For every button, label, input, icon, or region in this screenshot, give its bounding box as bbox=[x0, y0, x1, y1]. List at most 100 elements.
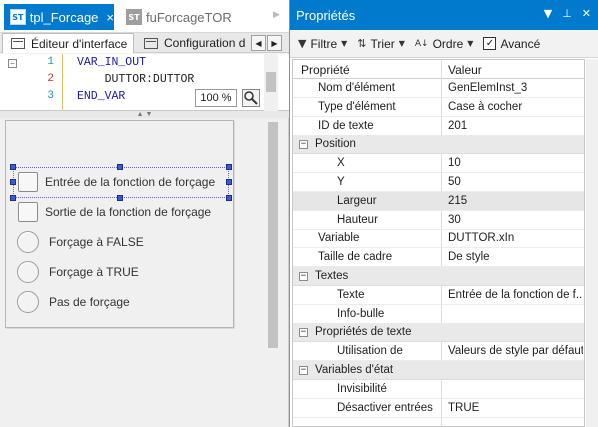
property-category[interactable]: − Propriétés de texte bbox=[293, 323, 584, 343]
chevron-down-icon: ▼ bbox=[398, 39, 405, 48]
tab-configuration[interactable]: Configuration d bbox=[136, 33, 248, 53]
dropdown-icon[interactable]: ▼ bbox=[544, 7, 552, 20]
splitter-handle[interactable]: ▲ ▼ bbox=[0, 111, 289, 118]
property-row[interactable]: Texte Entrée de la fonction de f... bbox=[293, 286, 584, 305]
resize-handle[interactable] bbox=[226, 164, 232, 170]
close-icon[interactable]: ✕ bbox=[582, 7, 591, 20]
radio-pas-de-forcage[interactable]: Pas de forçage bbox=[17, 291, 130, 313]
property-row[interactable]: Invisibilité bbox=[293, 380, 584, 399]
advanced-toggle[interactable]: ✓ Avancé bbox=[483, 37, 540, 51]
collapse-icon[interactable]: − bbox=[299, 366, 308, 375]
checkbox-box[interactable] bbox=[18, 202, 38, 222]
panel-title-bar: Propriétés ▼ ⊥ ✕ bbox=[290, 0, 598, 30]
resize-handle[interactable] bbox=[117, 164, 123, 170]
property-category[interactable]: − Variables d'état bbox=[293, 361, 584, 380]
tab-scroll-right-button[interactable]: ▶ bbox=[267, 35, 282, 51]
radio-forcage-true[interactable]: Forçage à TRUE bbox=[17, 261, 139, 283]
property-row[interactable]: X 10 bbox=[293, 154, 584, 174]
chevron-down-icon: ▼ bbox=[341, 39, 348, 48]
property-category[interactable]: − Textes bbox=[293, 267, 584, 286]
property-value[interactable]: Entrée de la fonction de f... bbox=[448, 289, 583, 301]
property-row[interactable]: Taille de cadre De style bbox=[293, 248, 584, 268]
order-button[interactable]: A↓ Ordre ▼ bbox=[415, 37, 474, 51]
canvas-scrollbar[interactable] bbox=[266, 118, 280, 427]
declaration-editor[interactable]: − 1 2 3 VAR_IN_OUT DUTTOR:DUTTOR END_VAR… bbox=[0, 54, 289, 111]
checkbox-sortie[interactable]: Sortie de la fonction de forçage bbox=[18, 202, 211, 222]
tab-tpl-forcage[interactable]: ST tpl_Forcage × bbox=[4, 4, 114, 30]
radio-button[interactable] bbox=[17, 261, 39, 283]
fold-toggle-icon[interactable]: − bbox=[8, 59, 17, 68]
code-line[interactable]: DUTTOR:DUTTOR bbox=[77, 73, 195, 86]
resize-handle[interactable] bbox=[10, 179, 16, 185]
radio-forcage-false[interactable]: Forçage à FALSE bbox=[17, 231, 144, 253]
collapse-icon[interactable]: − bbox=[299, 272, 308, 281]
sort-label: Trier bbox=[370, 36, 395, 51]
sort-button[interactable]: ⇅ Trier ▼ bbox=[357, 37, 405, 51]
radio-label: Forçage à FALSE bbox=[49, 235, 144, 249]
column-header-value[interactable]: Valeur bbox=[448, 63, 482, 77]
property-value[interactable]: 30 bbox=[448, 214, 583, 226]
checkbox-label: Sortie de la fonction de forçage bbox=[45, 205, 212, 219]
tab-label: fuForcageTOR bbox=[146, 9, 232, 25]
editor-pane: ST tpl_Forcage × ST fuForcageTOR ▶ Édite… bbox=[0, 0, 289, 427]
property-row[interactable]: Utilisation de Valeurs de style par défau… bbox=[293, 342, 584, 362]
chevron-down-icon: ▼ bbox=[467, 39, 474, 48]
grid-scrollbar[interactable] bbox=[586, 59, 598, 427]
property-row[interactable]: Largeur 215 bbox=[293, 191, 584, 211]
property-row[interactable]: Désactiver entrées TRUE bbox=[293, 399, 584, 418]
property-name: Utilisation de bbox=[337, 345, 403, 358]
zoom-icon[interactable] bbox=[242, 89, 260, 107]
property-name: Invisibilité bbox=[337, 382, 387, 395]
column-header-property[interactable]: Propriété bbox=[301, 63, 350, 77]
property-row[interactable]: Y 50 bbox=[293, 173, 584, 192]
zoom-level[interactable]: 100 % bbox=[195, 89, 237, 107]
tab-scroll-right-icon[interactable]: ▶ bbox=[273, 10, 287, 24]
tab-fu-forcage-tor[interactable]: ST fuForcageTOR bbox=[120, 4, 270, 30]
property-value[interactable]: 10 bbox=[448, 157, 583, 169]
property-row[interactable]: Info-bulle bbox=[293, 305, 584, 324]
checkbox-box[interactable] bbox=[18, 172, 38, 192]
code-line[interactable]: VAR_IN_OUT bbox=[77, 56, 146, 69]
property-name: Nom d'élément bbox=[318, 82, 395, 94]
property-value[interactable]: 50 bbox=[448, 176, 583, 188]
property-name: Variable bbox=[318, 232, 360, 245]
filter-button[interactable]: ▼ Filtre ▼ bbox=[298, 37, 347, 51]
radio-button[interactable] bbox=[17, 231, 39, 253]
property-value[interactable]: 201 bbox=[448, 120, 583, 132]
resize-handle[interactable] bbox=[226, 179, 232, 185]
collapse-icon[interactable]: − bbox=[299, 140, 308, 150]
property-name: Info-bulle bbox=[337, 307, 385, 320]
resize-handle[interactable] bbox=[10, 164, 16, 170]
grid-header: Propriété Valeur bbox=[293, 60, 584, 79]
sub-tab-label: Éditeur d'interface bbox=[31, 36, 128, 51]
property-value[interactable]: 215 bbox=[448, 195, 583, 207]
radio-button[interactable] bbox=[17, 291, 39, 313]
property-value[interactable]: DUTTOR.xIn bbox=[448, 232, 583, 244]
tab-editeur-interface[interactable]: Éditeur d'interface bbox=[2, 33, 134, 53]
checkbox-entree[interactable]: Entrée de la fonction de forçage bbox=[18, 172, 215, 192]
advanced-label: Avancé bbox=[500, 36, 541, 51]
resize-handle[interactable] bbox=[226, 195, 232, 201]
property-value[interactable]: De style bbox=[448, 251, 583, 263]
tab-scroll-left-button[interactable]: ◀ bbox=[251, 35, 266, 51]
close-icon[interactable]: × bbox=[106, 10, 114, 25]
collapse-icon[interactable]: − bbox=[299, 328, 308, 338]
property-value[interactable]: Valeurs de style par défaut bbox=[448, 345, 583, 357]
property-row[interactable]: Nom d'élément GenElemInst_3 bbox=[293, 79, 584, 98]
line-number: 2 bbox=[47, 73, 54, 85]
property-value[interactable]: GenElemInst_3 bbox=[448, 82, 583, 94]
gutter-divider bbox=[62, 54, 63, 110]
property-row[interactable]: Type d'élément Case à cocher bbox=[293, 98, 584, 117]
code-scrollbar[interactable] bbox=[264, 54, 278, 111]
code-line[interactable]: END_VAR bbox=[77, 90, 125, 103]
property-row[interactable]: Variable DUTTOR.xIn bbox=[293, 229, 584, 249]
resize-handle[interactable] bbox=[10, 195, 16, 201]
property-value[interactable]: Case à cocher bbox=[448, 101, 583, 113]
property-row[interactable]: ID de texte 201 bbox=[293, 117, 584, 136]
property-row[interactable]: Hauteur 30 bbox=[293, 211, 584, 230]
resize-handle[interactable] bbox=[117, 195, 123, 201]
pin-icon[interactable]: ⊥ bbox=[562, 7, 572, 20]
check-icon[interactable]: ✓ bbox=[483, 37, 497, 50]
property-value[interactable]: TRUE bbox=[448, 402, 583, 414]
property-category[interactable]: − Position bbox=[293, 135, 584, 155]
